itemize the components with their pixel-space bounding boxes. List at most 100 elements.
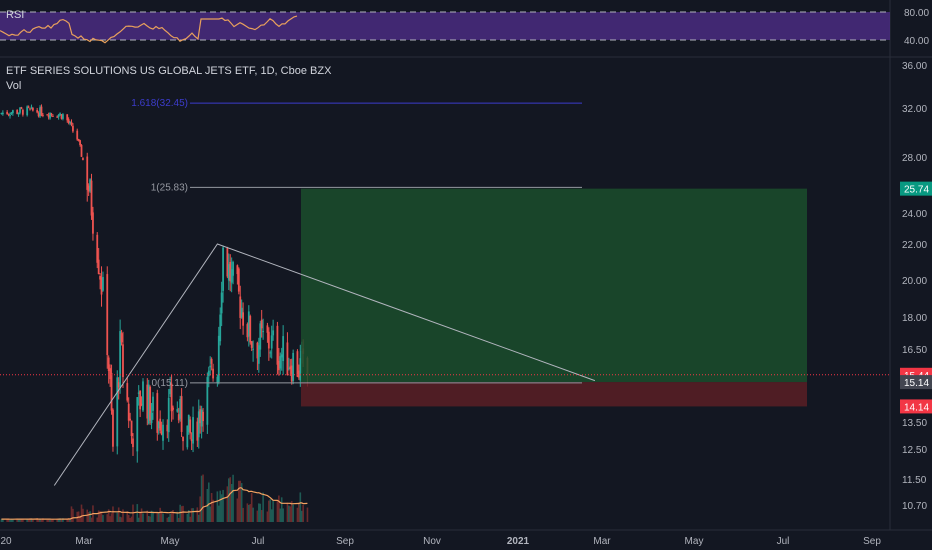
volume-bar [180, 506, 183, 522]
volume-bar [106, 514, 109, 522]
volume-bar [296, 507, 299, 522]
candle-body [129, 418, 132, 421]
candle-body [17, 112, 20, 115]
volume-bar [129, 517, 131, 522]
volume-bar [210, 493, 213, 522]
time-axis-label: Mar [75, 536, 93, 547]
candle-body [30, 106, 33, 108]
price-chart[interactable]: 80.00 40.00 1.618(32.45) 1(25.83) 0(15.11) 36… [0, 0, 932, 550]
candle-body [207, 370, 210, 377]
price-axis-tick: 24.00 [902, 209, 927, 220]
candle-body [260, 319, 263, 329]
candle-body [136, 397, 139, 452]
price-axis-tick: 32.00 [902, 104, 927, 115]
volume-bar [166, 517, 169, 522]
volume-bar [278, 495, 280, 522]
time-axis-label: May [685, 536, 704, 547]
volume-bar [119, 516, 121, 522]
volume-bar [239, 480, 242, 522]
volume-bar [122, 509, 124, 522]
candle-body [250, 341, 253, 348]
position-loss-zone [301, 382, 807, 407]
volume-bar [300, 510, 303, 522]
price-axis-tick: 11.50 [902, 475, 927, 486]
volume-bar [50, 519, 53, 522]
volume-bar [182, 505, 184, 522]
volume-bar [289, 506, 292, 522]
volume-bar [190, 508, 193, 522]
candle-body [270, 335, 273, 349]
candle-body [120, 333, 123, 343]
volume-bar [286, 502, 289, 522]
volume-bar [272, 500, 274, 522]
volume-bar [276, 501, 279, 522]
volume-bar [230, 484, 233, 522]
volume-bar [279, 508, 282, 522]
time-axis-label: 20 [0, 536, 12, 547]
volume-bars [0, 474, 309, 522]
candle-body [97, 259, 100, 274]
candle-body [192, 417, 194, 444]
price-tag-label: 25.74 [904, 185, 929, 196]
volume-bar [219, 490, 222, 522]
volume-bar [216, 491, 219, 522]
rsi-label: RSI [6, 9, 25, 21]
volume-bar [70, 506, 73, 522]
candle-body [292, 352, 295, 381]
candle-body [70, 122, 73, 125]
volume-bar [100, 512, 103, 522]
candle-body [126, 383, 129, 401]
volume-bar [252, 507, 254, 522]
volume-bar [236, 498, 239, 522]
volume-bar [249, 504, 252, 522]
volume-bar [90, 517, 93, 522]
volume-bar [149, 516, 151, 522]
price-axis-tick: 18.00 [902, 313, 927, 324]
candle-body [116, 377, 119, 447]
price-axis-tick: 22.00 [902, 240, 927, 251]
volume-bar [60, 519, 63, 522]
volume-bar [177, 517, 180, 522]
candle-body [21, 109, 24, 115]
fib-level-label: 0(15.11) [151, 378, 188, 389]
price-axis-tick: 28.00 [902, 153, 927, 164]
price-axis-tick: 12.50 [902, 445, 927, 456]
volume-bar [136, 504, 139, 522]
volume-bar [142, 513, 144, 522]
candle-body [152, 396, 154, 411]
volume-bar [80, 504, 83, 522]
volume-bar [160, 512, 163, 522]
candle-body [266, 325, 269, 333]
candle-body [86, 156, 89, 190]
volume-bar [102, 515, 104, 522]
candle-body [96, 234, 99, 263]
candle-body [176, 409, 179, 412]
candle-body [1, 112, 4, 115]
volume-bar [159, 507, 161, 522]
candle-body [62, 114, 64, 119]
volume-bar [109, 516, 111, 522]
candle-body [40, 106, 43, 116]
time-axis-label: 2021 [507, 536, 530, 547]
volume-bar [260, 510, 263, 522]
candle-body [162, 424, 164, 441]
volume-bar [282, 508, 284, 522]
candle-body [219, 314, 222, 342]
volume-bar [306, 507, 309, 522]
volume-bar [139, 512, 141, 522]
candle-body [79, 140, 81, 145]
price-axis-tick: 13.50 [902, 418, 927, 429]
time-axis-label: Mar [593, 536, 611, 547]
volume-bar [169, 513, 171, 522]
candle-body [262, 331, 265, 333]
candle-body [29, 108, 31, 110]
volume-bar [298, 502, 300, 522]
candle-body [232, 262, 234, 276]
volume-bar [248, 504, 250, 522]
volume-bar [232, 474, 234, 522]
volume-bar [196, 507, 199, 522]
volume-bar [226, 486, 229, 522]
price-axis-tick: 20.00 [902, 276, 927, 287]
volume-bar [266, 511, 269, 522]
candle-body [282, 336, 285, 362]
